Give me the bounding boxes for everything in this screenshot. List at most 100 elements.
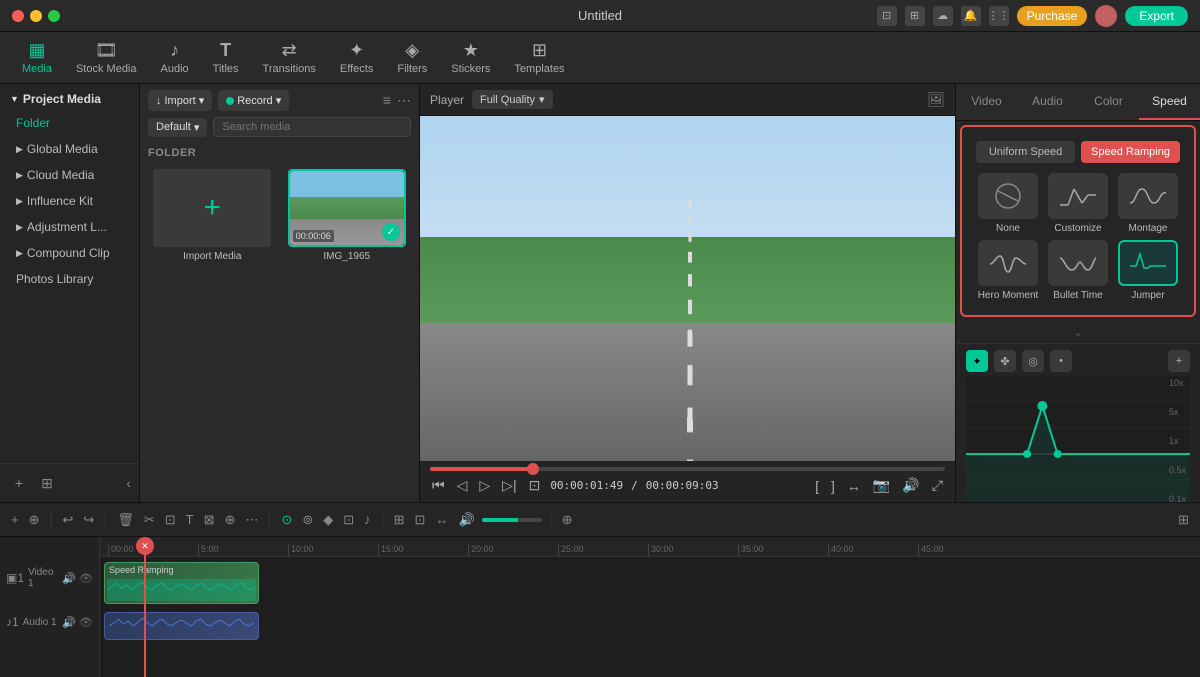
tab-stock-media[interactable]: 🎞 Stock Media	[64, 36, 149, 79]
tl-volume-icon-button[interactable]: 🔊	[455, 509, 477, 531]
bell-icon[interactable]: 🔔	[961, 6, 981, 26]
uniform-speed-button[interactable]: Uniform Speed	[976, 141, 1075, 163]
progress-thumb[interactable]	[527, 463, 539, 475]
tab-stickers[interactable]: ★ Stickers	[439, 36, 502, 79]
collapse-panel-button[interactable]: ‹	[126, 472, 131, 494]
audio-track-speaker-button[interactable]: 🔊	[62, 616, 76, 629]
speed-item-customize[interactable]: Customize	[1046, 173, 1110, 234]
playhead-handle[interactable]: ✕	[136, 537, 154, 555]
tl-more-button[interactable]: ⋯	[242, 509, 261, 531]
ramp-smooth-button[interactable]: ✤	[994, 350, 1016, 372]
tab-video[interactable]: Video	[956, 84, 1017, 120]
tl-effect-button[interactable]: ⊡	[412, 509, 429, 531]
record-button[interactable]: Record ▾	[218, 90, 289, 111]
tab-titles[interactable]: T Titles	[201, 36, 251, 79]
sidebar-item-compound[interactable]: ▶ Compound Clip	[0, 240, 139, 266]
progress-bar[interactable]	[430, 467, 945, 471]
cloud-icon[interactable]: ☁	[933, 6, 953, 26]
tl-transition-button[interactable]: ↔	[432, 509, 451, 530]
tab-color[interactable]: Color	[1078, 84, 1139, 120]
speed-item-none[interactable]: None	[976, 173, 1040, 234]
snap-button[interactable]: ↔	[845, 476, 863, 496]
skip-back-button[interactable]: ⏮	[430, 475, 447, 496]
add-media-button[interactable]: +	[8, 472, 30, 494]
tab-speed[interactable]: Speed	[1139, 84, 1200, 120]
screenshot-button[interactable]: 📷	[871, 475, 892, 496]
import-button[interactable]: ↓ Import ▾	[148, 90, 212, 111]
tl-cut-button[interactable]: ✂	[141, 509, 158, 531]
media-item-img1965[interactable]: 00:00:06 ✓ IMG_1965	[283, 169, 412, 496]
search-input[interactable]	[213, 117, 411, 137]
speed-item-jumper[interactable]: Jumper	[1116, 240, 1180, 301]
mark-in-button[interactable]: [	[813, 476, 821, 496]
speed-ramp-button[interactable]: Speed Ramping	[1081, 141, 1180, 163]
user-avatar[interactable]	[1095, 5, 1117, 27]
tl-text-button[interactable]: T	[183, 509, 197, 530]
tl-link-button[interactable]: ⊙	[278, 509, 295, 531]
maximize-button[interactable]	[48, 10, 60, 22]
close-button[interactable]	[12, 10, 24, 22]
sidebar-item-folder[interactable]: Folder	[0, 110, 139, 136]
tl-delete-button[interactable]: 🗑	[114, 509, 137, 531]
tl-undo-button[interactable]: ↩	[60, 509, 77, 531]
fullscreen-button[interactable]: ⤢	[930, 475, 945, 496]
volume-button[interactable]: 🔊	[900, 475, 921, 496]
purchase-button[interactable]: Purchase	[1017, 6, 1088, 26]
tab-media[interactable]: ▦ Media	[10, 36, 64, 79]
default-sort-button[interactable]: Default ▾	[148, 118, 207, 137]
ramp-add-button[interactable]: ✦	[966, 350, 988, 372]
quality-selector[interactable]: Full Quality ▾	[472, 90, 553, 109]
import-media-item[interactable]: + Import Media	[148, 169, 277, 496]
audio-track-eye-button[interactable]: 👁	[79, 616, 93, 629]
mark-out-button[interactable]: ]	[829, 476, 837, 496]
tl-add-track-button[interactable]: +	[8, 509, 22, 530]
ramp-add-point-button[interactable]: +	[1168, 350, 1190, 372]
frame-fwd-button[interactable]: ▷|	[500, 475, 518, 496]
tab-effects[interactable]: ✦ Effects	[328, 36, 385, 79]
sidebar-item-adjustment[interactable]: ▶ Adjustment L...	[0, 214, 139, 240]
tl-composite-button[interactable]: ⊕	[222, 509, 239, 531]
play-button[interactable]: ▷	[477, 475, 492, 496]
tl-audio-button[interactable]: ♪	[361, 509, 374, 530]
video-track-speaker-button[interactable]: 🔊	[62, 572, 76, 585]
more-icon[interactable]: ⋯	[397, 92, 411, 109]
tab-filters[interactable]: ◈ Filters	[385, 36, 439, 79]
tab-audio[interactable]: ♪ Audio	[149, 36, 201, 79]
tl-volume-slider[interactable]	[482, 518, 542, 522]
tl-crop-button[interactable]: ⊠	[201, 509, 218, 531]
sidebar-item-influence-kit[interactable]: ▶ Influence Kit	[0, 188, 139, 214]
tab-templates[interactable]: ⊞ Templates	[502, 36, 576, 79]
tl-record-button[interactable]: ⊚	[299, 509, 316, 531]
project-media-header[interactable]: ▼ Project Media	[0, 84, 139, 110]
sidebar-item-global-media[interactable]: ▶ Global Media	[0, 136, 139, 162]
preview-image-icon[interactable]: 🖼	[927, 91, 945, 108]
speed-item-montage[interactable]: Montage	[1116, 173, 1180, 234]
speed-item-hero[interactable]: Hero Moment	[976, 240, 1040, 301]
tl-mute-button[interactable]: ⊡	[340, 509, 357, 531]
link-button[interactable]: ⊞	[36, 472, 58, 494]
sidebar-item-cloud-media[interactable]: ▶ Cloud Media	[0, 162, 139, 188]
grid-icon[interactable]: ⊞	[905, 6, 925, 26]
ramp-normal-button[interactable]: ◎	[1022, 350, 1044, 372]
tl-trim-button[interactable]: ⊡	[162, 509, 179, 531]
tl-keyframe-button[interactable]: ◆	[320, 509, 336, 531]
filter-icon[interactable]: ≡	[383, 92, 391, 109]
speed-item-bullet[interactable]: Bullet Time	[1046, 240, 1110, 301]
monitor-icon[interactable]: ⊡	[877, 6, 897, 26]
audio-clip[interactable]	[104, 612, 259, 640]
tl-plus-circle-button[interactable]: ⊕	[559, 509, 576, 531]
video-track-eye-button[interactable]: 👁	[79, 572, 93, 585]
video-clip[interactable]: Speed Ramping	[104, 562, 259, 604]
tab-audio[interactable]: Audio	[1017, 84, 1078, 120]
tl-magnet-button[interactable]: ⊕	[26, 509, 43, 531]
tl-speed-button[interactable]: ⊞	[391, 509, 408, 531]
export-button[interactable]: Export	[1125, 6, 1188, 26]
tab-transitions[interactable]: ⇄ Transitions	[251, 36, 328, 79]
apps-icon[interactable]: ⋮⋮	[989, 6, 1009, 26]
sidebar-item-photos-library[interactable]: Photos Library	[0, 266, 139, 292]
loop-button[interactable]: ⊡	[527, 475, 543, 496]
tl-redo-button[interactable]: ↪	[80, 509, 97, 531]
ramp-dot-button[interactable]: •	[1050, 350, 1072, 372]
minimize-button[interactable]	[30, 10, 42, 22]
tl-layout-button[interactable]: ⊞	[1175, 509, 1192, 531]
